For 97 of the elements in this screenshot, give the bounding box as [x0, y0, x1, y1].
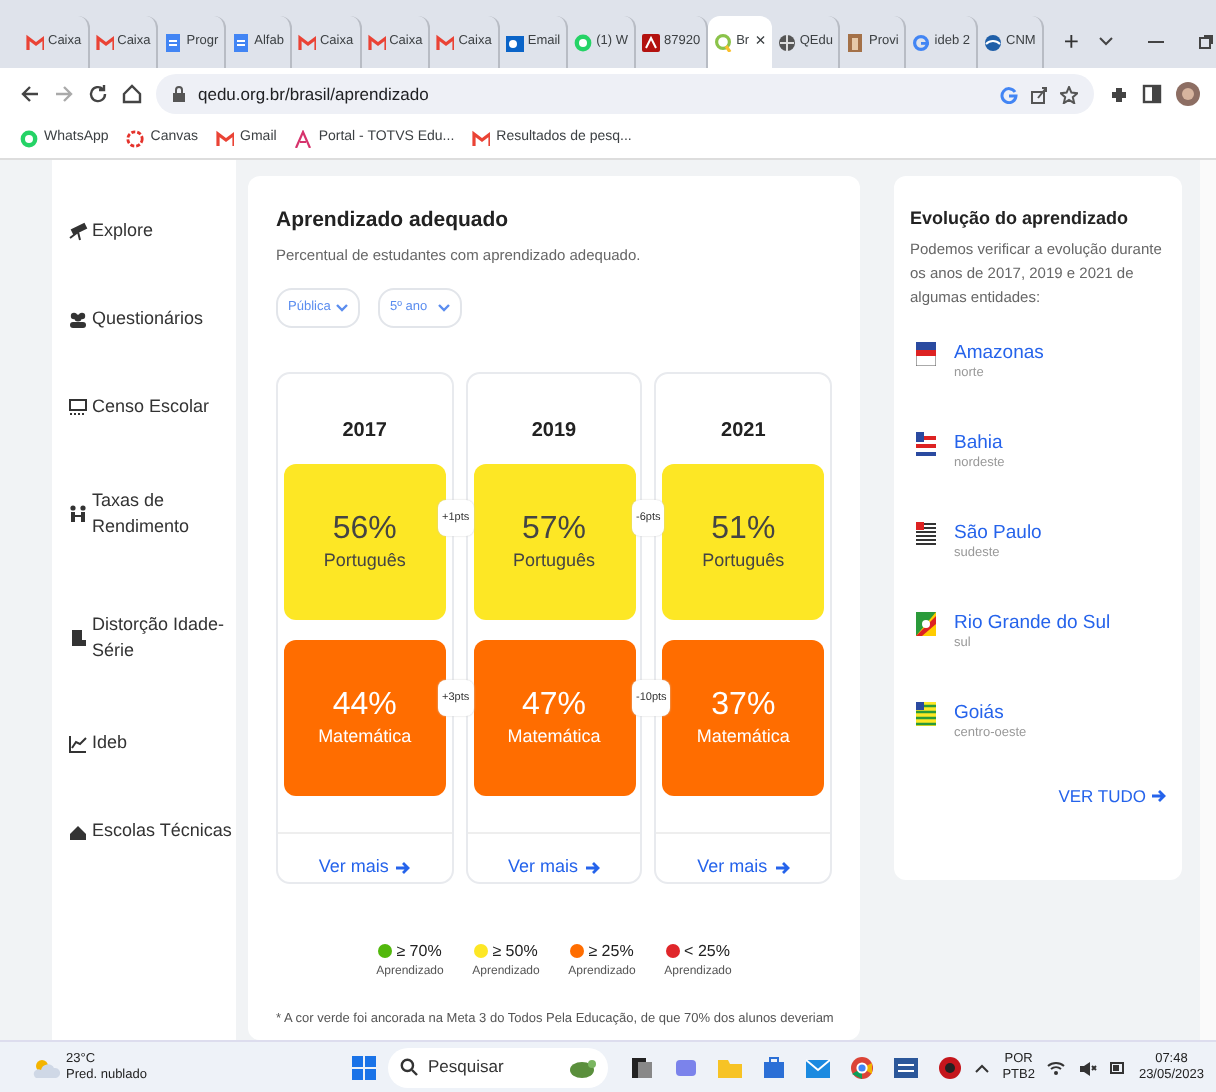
sidebar-item[interactable]: Escolas Técnicas	[68, 788, 236, 876]
legend-label: ≥ 50%	[492, 939, 538, 964]
year-label: 2019	[531, 417, 577, 446]
state-link[interactable]: São Paulo	[954, 521, 1042, 545]
see-more-link[interactable]: Ver mais	[508, 853, 601, 881]
pdf-icon	[642, 33, 661, 51]
sidebar-item[interactable]: Explore	[68, 188, 236, 276]
see-more-link[interactable]: Ver mais	[697, 853, 790, 881]
arrow-right-icon	[584, 859, 601, 876]
flag-icon	[916, 431, 936, 456]
flag-icon	[916, 341, 936, 366]
globe-icon	[777, 33, 796, 51]
logo-icon	[714, 33, 733, 51]
taskbar-search[interactable]: Pesquisar	[388, 1047, 608, 1087]
telescope-icon	[68, 222, 88, 242]
speaker-icon[interactable]	[1078, 1059, 1099, 1075]
mail-icon	[26, 33, 44, 51]
two-people-icon	[68, 504, 88, 524]
google-icon[interactable]	[1000, 85, 1018, 103]
google-icon	[912, 33, 931, 51]
profile-avatar-icon[interactable]	[1176, 82, 1200, 106]
side-panel-icon[interactable]	[1142, 84, 1162, 104]
battery-icon[interactable]	[1110, 1059, 1127, 1075]
photo-icon	[846, 33, 865, 51]
share-icon[interactable]	[1030, 85, 1048, 103]
score-tile: 51% Português	[662, 463, 825, 620]
address-bar[interactable]: qedu.org.br/brasil/aprendizado	[156, 74, 1094, 114]
window-switcher-icon[interactable]	[630, 1055, 654, 1079]
mail-icon	[95, 33, 114, 51]
app-icon[interactable]	[938, 1055, 962, 1079]
logo-icon	[984, 33, 1003, 51]
reload-icon[interactable]	[88, 84, 108, 104]
start-icon[interactable]	[352, 1055, 376, 1079]
chat-icon	[574, 33, 593, 51]
turtle-icon	[568, 1057, 596, 1077]
search-icon	[400, 1058, 418, 1076]
extensions-icon[interactable]	[1108, 84, 1128, 104]
ring-icon	[126, 130, 145, 148]
chevron-up-icon[interactable]	[974, 1061, 991, 1073]
sidebar-item[interactable]: Questionários	[68, 276, 236, 364]
legend-label: ≥ 25%	[588, 939, 634, 964]
section-title: Aprendizado adequado	[276, 208, 511, 234]
url-text: qedu.org.br/brasil/aprendizado	[198, 81, 431, 107]
year-label: 2021	[721, 417, 766, 446]
wifi-icon[interactable]	[1046, 1059, 1067, 1075]
browser-icon[interactable]	[850, 1055, 874, 1079]
lock-icon	[172, 86, 186, 102]
section-title: Evolução do aprendizado	[910, 208, 1131, 230]
legend-label: ≥ 70%	[396, 939, 442, 964]
chevron-down-icon	[438, 303, 450, 312]
bookmark-star-icon[interactable]	[1060, 85, 1078, 103]
line-chart-icon	[68, 734, 88, 754]
sidebar-item[interactable]: Ideb	[68, 700, 236, 788]
flag-icon	[916, 701, 936, 726]
mail-icon	[367, 33, 386, 51]
chat-icon	[20, 130, 38, 148]
sidebar-item[interactable]: Distorção Idade-Série	[68, 576, 236, 700]
building-icon	[68, 822, 88, 842]
arrow-right-icon	[1150, 788, 1166, 805]
score-tile: 57% Português	[473, 463, 635, 620]
back-icon[interactable]	[20, 84, 40, 104]
see-more-link[interactable]: Ver mais	[318, 853, 411, 881]
sidebar-item[interactable]: Taxas de Rendimento	[68, 452, 236, 576]
state-link[interactable]: Bahia	[954, 431, 1005, 455]
mail-icon	[436, 33, 455, 51]
mail-icon[interactable]	[806, 1055, 830, 1079]
legend-label: < 25%	[684, 939, 730, 964]
score-tile: 47% Matemática	[473, 639, 635, 796]
logo-icon	[294, 130, 313, 148]
flag-icon	[916, 611, 936, 636]
year-label: 2017	[342, 417, 387, 446]
board-icon	[68, 398, 88, 418]
chevron-down-icon[interactable]	[1098, 34, 1115, 50]
mail-icon	[472, 130, 491, 148]
document-icon	[164, 33, 183, 51]
flag-icon	[916, 521, 936, 546]
chevron-down-icon	[336, 303, 348, 312]
mail-icon	[216, 130, 235, 148]
door-icon	[68, 628, 88, 648]
document-icon	[232, 33, 251, 51]
mail-icon	[505, 33, 524, 51]
arrow-right-icon	[773, 859, 790, 876]
state-link[interactable]: Goiás	[954, 701, 1027, 725]
home-icon[interactable]	[122, 84, 142, 104]
document-icon[interactable]	[894, 1055, 918, 1079]
view-all-link[interactable]: VER TUDO	[1058, 783, 1166, 810]
new-tab-button[interactable]: +	[1043, 22, 1099, 62]
sidebar-item[interactable]: Censo Escolar	[68, 364, 236, 452]
store-icon[interactable]	[762, 1055, 786, 1079]
mail-icon	[297, 33, 316, 51]
close-tab-button[interactable]: ×	[755, 28, 766, 56]
restore-icon[interactable]	[1198, 34, 1215, 50]
state-link[interactable]: Rio Grande do Sul	[954, 611, 1111, 635]
state-link[interactable]: Amazonas	[954, 341, 1044, 365]
video-chat-icon[interactable]	[674, 1055, 698, 1079]
arrow-right-icon	[394, 859, 411, 876]
people-icon	[68, 310, 88, 330]
